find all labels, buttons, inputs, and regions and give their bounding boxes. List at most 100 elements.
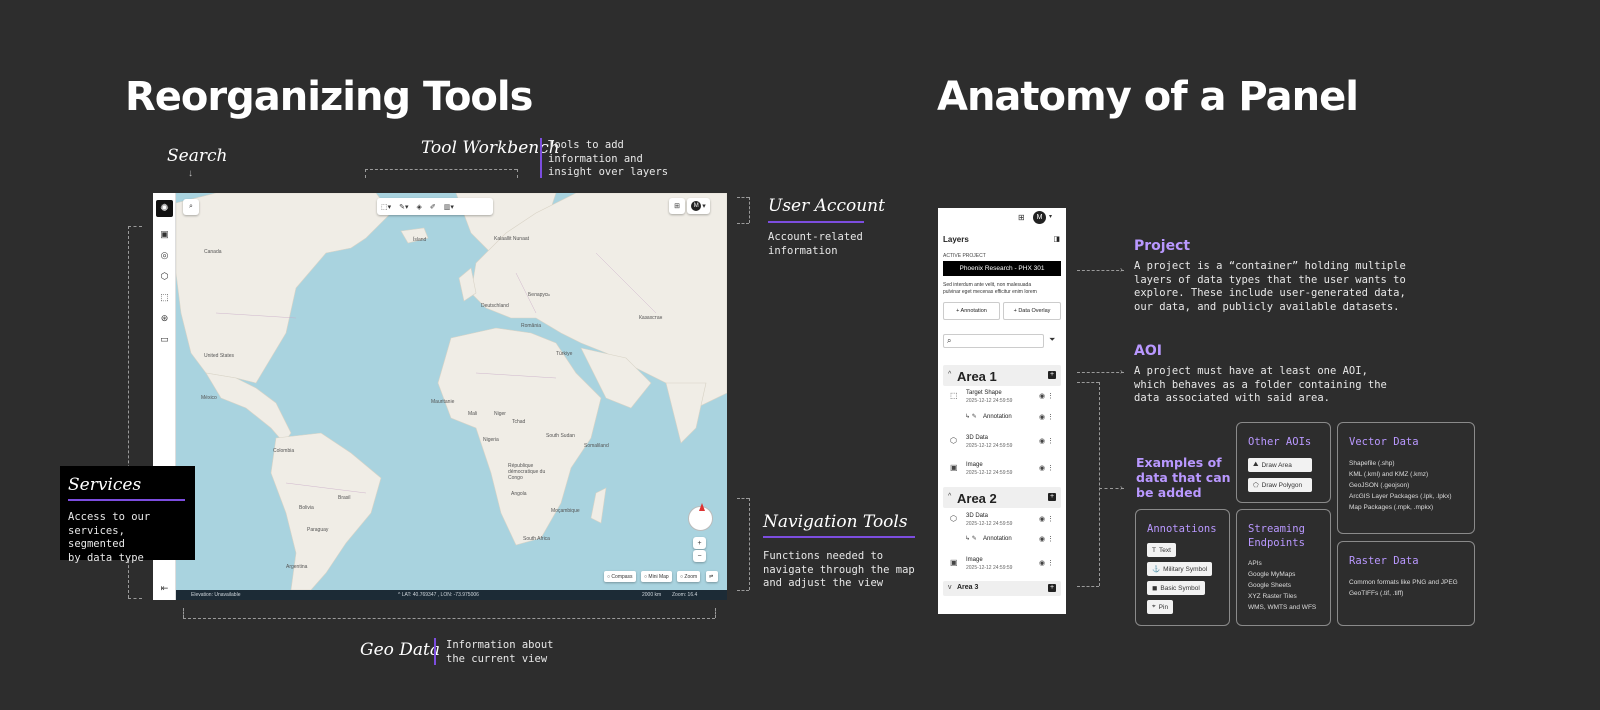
arrow-right-icon: › — [1120, 483, 1123, 492]
nav-bracket-bottom — [737, 590, 749, 591]
app-logo-icon[interactable]: ✺ — [156, 200, 173, 217]
project-heading: Project — [1134, 238, 1191, 254]
image-icon: ▣ — [950, 558, 958, 567]
label-romania: România — [521, 323, 542, 329]
label-bolivia: Bolivia — [299, 505, 314, 511]
map-canvas[interactable]: Canada Ísland Kalaallit Nunaat Deutschla… — [176, 193, 727, 590]
zoom-out-button[interactable]: − — [693, 550, 706, 562]
grid-icon[interactable]: ⊞ — [1018, 213, 1025, 222]
map-tool-icon[interactable]: ▥▾ — [440, 203, 458, 211]
minimap-toggle-label: Mini Map — [648, 573, 669, 580]
visibility-eye-icon[interactable]: ◉ ⋮ — [1039, 515, 1054, 523]
map-search-button[interactable]: ⌕ — [183, 199, 199, 215]
examples-connector-v — [1099, 382, 1100, 586]
vector-format-item: GeoJSON (.geojson) — [1349, 482, 1410, 489]
area-1-label: Area 1 — [957, 369, 997, 384]
india-landmass — [665, 382, 707, 444]
zoom-readout: Zoom: 16.4 — [672, 592, 698, 598]
grid-icon: ⊞ — [674, 203, 680, 210]
examples-heading: Examples of data that can be added — [1136, 455, 1231, 500]
vector-format-item: Shapefile (.shp) — [1349, 460, 1395, 467]
radar-icon[interactable]: ⊛ — [159, 313, 170, 324]
search-icon: ⌕ — [189, 203, 193, 210]
area-3-header[interactable]: v Area 3 + — [943, 581, 1061, 596]
compass-toggle-label: Compass — [611, 573, 633, 580]
chevron-up-icon: ^ — [948, 371, 952, 378]
compass-widget[interactable] — [688, 503, 713, 531]
zoom-in-button[interactable]: + — [693, 537, 706, 549]
layer-item-title: Target Shape — [966, 390, 1002, 396]
visibility-eye-icon[interactable]: ◉ ⋮ — [1039, 559, 1054, 567]
add-to-area-2-button[interactable]: + — [1048, 493, 1056, 501]
select-tool-icon[interactable]: ⬚▾ — [377, 203, 395, 211]
label-mexico: México — [201, 395, 217, 401]
label-mali: Mali — [468, 411, 478, 417]
compass-toggle[interactable]: ○ Compass — [604, 571, 636, 582]
area-2-label: Area 2 — [957, 491, 997, 506]
text-icon: T — [1152, 546, 1156, 554]
apps-grid-button[interactable]: ⊞ — [669, 198, 685, 214]
imagery-icon[interactable]: ▣ — [159, 229, 170, 240]
nested-arrow-icon: ↳ ✎ — [965, 536, 977, 542]
cube-icon[interactable]: ⬡ — [159, 271, 170, 282]
visibility-eye-icon[interactable]: ◉ ⋮ — [1039, 392, 1054, 400]
layer-item-title: Image — [966, 462, 983, 468]
area-1-header[interactable]: ^ Area 1 + — [943, 365, 1061, 386]
chevron-down-icon[interactable]: ▾ — [1049, 213, 1052, 220]
services-annotation-label: Services — [68, 475, 142, 495]
label-kazakhstan: Казахстан — [639, 315, 663, 321]
add-to-area-1-button[interactable]: + — [1048, 371, 1056, 379]
arrow-right-icon: › — [1120, 367, 1123, 376]
draw-polygon-chip: ⬠ Draw Polygon — [1248, 478, 1312, 492]
navigation-description: Functions needed to navigate through the… — [763, 550, 915, 589]
vector-data-heading: Vector Data — [1349, 436, 1419, 448]
label-usa: United States — [204, 353, 235, 359]
area-2-header[interactable]: ^ Area 2 + — [943, 487, 1061, 508]
add-to-area-3-button[interactable]: + — [1048, 584, 1056, 592]
filter-icon[interactable]: ⏷ — [1049, 335, 1055, 345]
visibility-eye-icon[interactable]: ◉ ⋮ — [1039, 464, 1054, 472]
project-description-text: A project is a “container” holding multi… — [1134, 260, 1406, 313]
raster-data-card: Raster Data Common formats like PNG and … — [1337, 541, 1475, 626]
settings-toggle[interactable]: ⇌ — [706, 571, 718, 582]
user-account-button[interactable]: M ▾ — [687, 198, 710, 214]
streaming-item: WMS, WMTS and WFS — [1248, 604, 1317, 611]
logout-icon[interactable]: ⇤ — [159, 583, 170, 594]
raster-data-heading: Raster Data — [1349, 555, 1419, 567]
shape-icon[interactable]: ⬚ — [159, 292, 170, 303]
pin-tool-icon[interactable]: ✎▾ — [395, 203, 412, 211]
vector-format-item: ArcGIS Layer Packages (.lpk, .lpkx) — [1349, 493, 1452, 500]
navigation-underline — [763, 536, 915, 538]
visibility-eye-icon[interactable]: ◉ ⋮ — [1039, 413, 1054, 421]
central-america-landmass — [205, 372, 292, 444]
label-iceland: Ísland — [413, 237, 427, 243]
layers-tool-icon[interactable]: ◈ — [413, 203, 426, 211]
panel-user-avatar[interactable]: M — [1033, 211, 1046, 224]
workbench-bracket-left — [365, 169, 366, 178]
user-account-underline — [768, 221, 864, 223]
services-bracket-top — [128, 226, 142, 227]
services-callout: Services Access to our services, segment… — [60, 466, 195, 564]
aoi-description-text: A project must have at least one AOI, wh… — [1134, 365, 1387, 404]
section-title-tools: Reorganizing Tools — [125, 74, 533, 120]
minimap-toggle[interactable]: ○ Mini Map — [641, 571, 672, 582]
collapse-panel-icon[interactable]: ◨ — [1053, 235, 1060, 243]
user-avatar: M — [691, 201, 702, 211]
active-project-selector[interactable]: Phoenix Research - PHX 301 — [943, 261, 1061, 276]
add-annotation-button[interactable]: + Annotation — [943, 302, 1000, 320]
add-data-overlay-button[interactable]: + Data Overlay — [1003, 302, 1061, 320]
draw-tool-icon[interactable]: ✐ — [426, 203, 440, 211]
visibility-eye-icon[interactable]: ◉ ⋮ — [1039, 437, 1054, 445]
visibility-eye-icon[interactable]: ◉ ⋮ — [1039, 535, 1054, 543]
globe-icon[interactable]: ◎ — [159, 250, 170, 261]
image-icon: ▣ — [950, 463, 958, 472]
draw-area-chip: ⛰ Draw Area — [1248, 458, 1312, 472]
nav-bracket-top — [737, 498, 749, 499]
chevron-down-icon: ▾ — [702, 203, 706, 210]
streaming-item: XYZ Raster Tiles — [1248, 593, 1297, 600]
layer-search-input[interactable]: ⌕ — [943, 334, 1044, 348]
streaming-item: APIs — [1248, 560, 1262, 567]
zoom-toggle[interactable]: ○ Zoom — [677, 571, 701, 582]
folder-icon[interactable]: ▭ — [159, 334, 170, 345]
label-south-sudan: South Sudan — [546, 433, 575, 439]
